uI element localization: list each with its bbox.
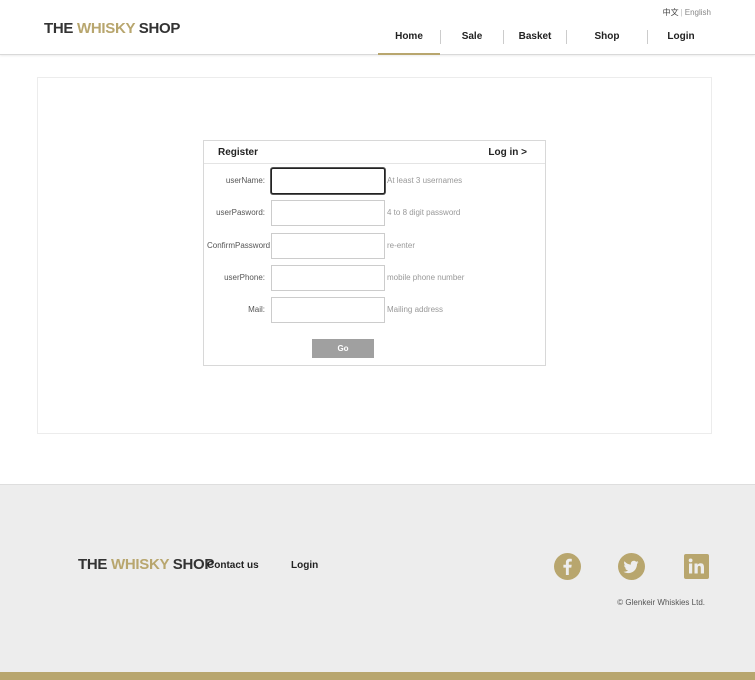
form-row-phone: userPhone: mobile phone number (204, 265, 545, 291)
site-logo[interactable]: THE WHISKY SHOP (44, 20, 180, 37)
lang-chinese[interactable]: 中文 (663, 8, 679, 17)
language-switcher: 中文 | English (663, 7, 711, 18)
mail-input[interactable] (271, 297, 385, 323)
password-label: userPasword: (216, 208, 265, 217)
lang-english[interactable]: English (685, 8, 711, 17)
form-header: Register Log in > (204, 141, 545, 164)
form-row-confirm-password: ConfirmPassword re-enter (204, 233, 545, 259)
phone-hint: mobile phone number (387, 273, 465, 282)
nav-login[interactable]: Login (648, 24, 714, 55)
form-title: Register (218, 147, 259, 158)
password-input[interactable] (271, 200, 385, 226)
logo-word-whisky: WHISKY (110, 556, 169, 573)
form-row-mail: Mail: Mailing address (204, 297, 545, 323)
site-footer: THE WHISKY SHOP Contact us Login © Glenk… (0, 484, 755, 680)
nav-home[interactable]: Home (378, 24, 440, 55)
phone-label: userPhone: (224, 273, 265, 282)
facebook-icon[interactable] (554, 553, 581, 580)
form-row-username: userName: At least 3 usernames (204, 168, 545, 194)
confirm-password-hint: re-enter (387, 241, 416, 250)
login-link[interactable]: Log in > (488, 147, 527, 158)
twitter-icon[interactable] (618, 553, 645, 580)
nav-sale[interactable]: Sale (441, 24, 503, 55)
main-nav: Home Sale Basket Shop Login (378, 24, 714, 55)
logo-word-the: THE (78, 556, 108, 573)
password-hint: 4 to 8 digit password (387, 208, 461, 217)
nav-basket[interactable]: Basket (504, 24, 566, 55)
logo-word-shop: SHOP (138, 20, 181, 37)
go-button[interactable]: Go (312, 339, 374, 358)
username-hint: At least 3 usernames (387, 176, 463, 185)
logo-word-the: THE (44, 20, 74, 37)
linkedin-icon[interactable] (683, 553, 710, 580)
register-form: Register Log in > userName: At least 3 u… (203, 140, 546, 366)
mail-hint: Mailing address (387, 305, 444, 314)
footer-accent-bar (0, 672, 755, 680)
username-label: userName: (225, 176, 265, 185)
nav-shop[interactable]: Shop (567, 24, 647, 55)
username-input[interactable] (271, 168, 385, 194)
mail-label: Mail: (248, 305, 265, 314)
footer-contact-link[interactable]: Contact us (207, 560, 259, 571)
confirm-password-label: ConfirmPassword (207, 241, 271, 250)
confirm-password-input[interactable] (271, 233, 385, 259)
copyright-text: © Glenkeir Whiskies Ltd. (617, 598, 705, 607)
logo-word-whisky: WHISKY (76, 20, 135, 37)
footer-login-link[interactable]: Login (291, 560, 318, 571)
phone-input[interactable] (271, 265, 385, 291)
footer-logo[interactable]: THE WHISKY SHOP (78, 556, 214, 573)
form-row-password: userPasword: 4 to 8 digit password (204, 200, 545, 226)
lang-separator: | (680, 8, 683, 17)
site-header: THE WHISKY SHOP 中文 | English Home Sale Bas… (0, 0, 755, 55)
